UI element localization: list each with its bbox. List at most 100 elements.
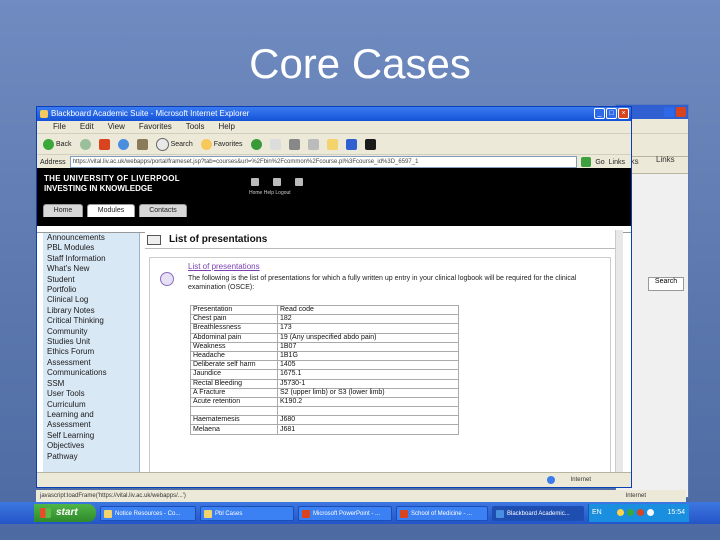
course-menu-item[interactable]: What's New <box>43 264 139 274</box>
menu-file[interactable]: File <box>53 121 66 133</box>
course-menu-item[interactable]: Assessment <box>43 420 139 430</box>
course-menu-item[interactable]: Assessment <box>43 358 139 368</box>
menu-help[interactable]: Help <box>218 121 234 133</box>
bg-maximize-icon[interactable] <box>664 107 674 117</box>
bg-links-label-2[interactable]: Links <box>656 155 675 164</box>
back-arrow-icon <box>43 138 54 150</box>
minimize-icon[interactable]: _ <box>594 108 605 119</box>
browser-window[interactable]: Blackboard Academic Suite - Microsoft In… <box>36 106 632 488</box>
help-link-icon[interactable] <box>273 178 281 186</box>
content-scrollbar[interactable] <box>615 230 623 473</box>
favorites-button[interactable]: Favorites <box>200 138 243 150</box>
tab-modules[interactable]: Modules <box>87 204 135 217</box>
go-label[interactable]: Go <box>595 159 604 166</box>
table-cell: 173 <box>277 323 459 334</box>
go-icon[interactable] <box>581 157 592 167</box>
course-menu-item[interactable]: Community <box>43 327 139 337</box>
window-titlebar[interactable]: Blackboard Academic Suite - Microsoft In… <box>37 107 631 121</box>
course-menu-item[interactable]: PBL Modules <box>43 243 139 253</box>
home-link-icon[interactable] <box>251 178 259 186</box>
windows-flag-icon <box>40 508 51 518</box>
taskbar-item-label: Notice Resources - Co... <box>115 511 181 517</box>
university-tagline: INVESTING IN KNOWLEDGE <box>44 184 153 193</box>
powerpoint-icon <box>302 510 310 518</box>
course-menu-item[interactable]: Self Learning <box>43 431 139 441</box>
tray-icon[interactable] <box>637 509 644 516</box>
edit-icon <box>307 138 319 150</box>
taskbar-item-active[interactable]: Blackboard Academic... <box>492 506 584 521</box>
course-menu-item[interactable]: Library Notes <box>43 306 139 316</box>
messenger-button[interactable] <box>364 138 376 150</box>
start-button[interactable]: start <box>34 504 96 522</box>
taskbar: start Notice Resources - Co... Pbl Cases… <box>0 502 720 524</box>
tray-icon[interactable] <box>627 509 634 516</box>
course-menu-item[interactable]: Objectives <box>43 441 139 451</box>
folder-button[interactable] <box>326 138 338 150</box>
language-indicator[interactable]: EN <box>592 504 602 522</box>
content-title-bar: List of presentations <box>145 232 619 249</box>
taskbar-item-label: Blackboard Academic... <box>507 511 570 517</box>
taskbar-item[interactable]: Pbl Cases <box>200 506 294 521</box>
menu-edit[interactable]: Edit <box>80 121 94 133</box>
menubar: File Edit View Favorites Tools Help <box>37 121 631 134</box>
taskbar-item[interactable]: Microsoft PowerPoint - ... <box>298 506 392 521</box>
course-menu-item[interactable]: SSM <box>43 379 139 389</box>
course-menu-item[interactable]: Clinical Log <box>43 295 139 305</box>
tab-home[interactable]: Home <box>43 204 83 217</box>
logout-link-icon[interactable] <box>295 178 303 186</box>
menu-tools[interactable]: Tools <box>186 121 205 133</box>
course-menu-item[interactable]: Studies Unit <box>43 337 139 347</box>
course-menu-item[interactable]: Critical Thinking <box>43 316 139 326</box>
maximize-icon[interactable]: □ <box>606 108 617 119</box>
ie-icon <box>40 110 48 118</box>
table-row: Jaundice 1675.1 <box>190 369 459 380</box>
search-button[interactable]: Search <box>155 137 193 151</box>
course-menu-item[interactable]: Pathway <box>43 452 139 462</box>
back-button[interactable]: Back <box>43 138 72 150</box>
tray-icon[interactable] <box>647 509 654 516</box>
course-menu-item[interactable]: Communications <box>43 368 139 378</box>
close-icon[interactable]: × <box>618 108 629 119</box>
forward-arrow-icon <box>79 138 91 150</box>
toolbar: Back Search Favorites <box>37 134 631 155</box>
history-icon <box>250 138 262 150</box>
course-menu-item[interactable]: Announcements <box>43 233 139 243</box>
taskbar-item[interactable]: Notice Resources - Co... <box>100 506 196 521</box>
refresh-button[interactable] <box>117 138 129 150</box>
course-menu-item[interactable]: Portfolio <box>43 285 139 295</box>
links-label[interactable]: Links <box>609 159 631 166</box>
home-button[interactable] <box>136 138 148 150</box>
word-button[interactable] <box>345 138 357 150</box>
course-menu-item[interactable]: Ethics Forum <box>43 347 139 357</box>
print-icon <box>288 138 300 150</box>
menu-view[interactable]: View <box>108 121 125 133</box>
favorites-label: Favorites <box>213 140 243 148</box>
bg-search-button[interactable]: Search <box>648 277 684 291</box>
table-cell: Deliberate self harm <box>190 360 278 371</box>
course-menu-item[interactable]: Curriculum <box>43 400 139 410</box>
address-field[interactable]: https://vital.liv.ac.uk/webapps/portal/f… <box>69 156 578 168</box>
status-url: javascript:loadFrame('https://vital.liv.… <box>40 493 186 499</box>
taskbar-item-label: School of Medicine - ... <box>411 511 473 517</box>
course-menu-item[interactable]: Learning and <box>43 410 139 420</box>
mail-button[interactable] <box>269 138 281 150</box>
print-button[interactable] <box>288 138 300 150</box>
menu-favorites[interactable]: Favorites <box>139 121 172 133</box>
tray-icon[interactable] <box>617 509 624 516</box>
stop-button[interactable] <box>98 138 110 150</box>
course-menu-item[interactable]: Student <box>43 275 139 285</box>
table-row: Melaena J681 <box>190 424 459 435</box>
forward-button[interactable] <box>79 138 91 150</box>
table-row: Abdominal pain 19 (Any unspecified abdo p… <box>190 332 459 343</box>
bg-close-icon[interactable] <box>676 107 686 117</box>
course-menu-item[interactable]: User Tools <box>43 389 139 399</box>
course-menu-item[interactable]: Staff Information <box>43 254 139 264</box>
history-button[interactable] <box>250 138 262 150</box>
presentations-link[interactable]: List of presentations <box>188 262 260 271</box>
taskbar-item[interactable]: School of Medicine - ... <box>396 506 488 521</box>
home-icon <box>136 138 148 150</box>
header-links[interactable]: Home Help Logout <box>249 190 291 196</box>
tab-contacts[interactable]: Contacts <box>139 204 187 217</box>
edit-button[interactable] <box>307 138 319 150</box>
app-icon <box>104 510 112 518</box>
